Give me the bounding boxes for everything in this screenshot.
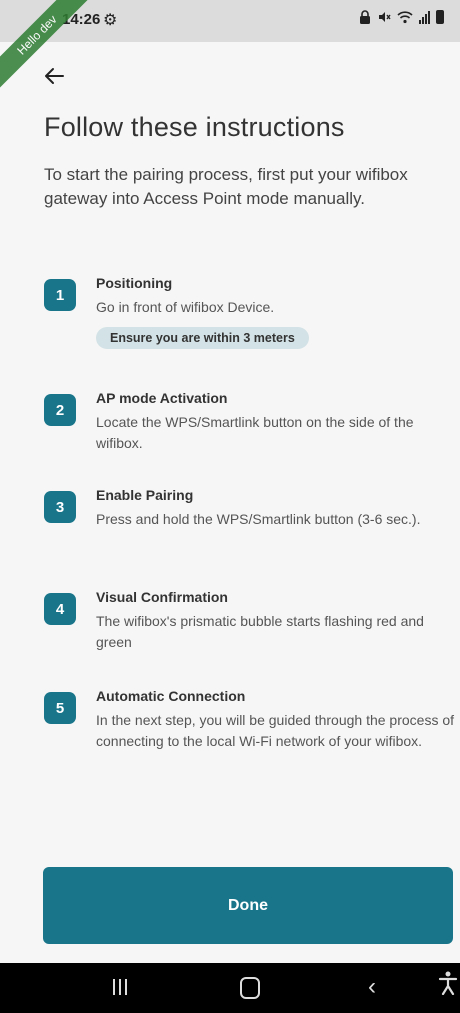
step-body: Automatic Connection In the next step, y… xyxy=(96,686,456,752)
system-nav-bar: ‹ xyxy=(0,963,460,1013)
distance-hint-badge: Ensure you are within 3 meters xyxy=(96,327,309,349)
step-body: AP mode Activation Locate the WPS/Smartl… xyxy=(96,388,456,454)
step-title: Positioning xyxy=(96,275,173,291)
status-icons xyxy=(359,10,444,27)
step-description: Locate the WPS/Smartlink button on the s… xyxy=(96,414,414,451)
nav-back-button[interactable]: ‹ xyxy=(368,973,376,1001)
signal-icon xyxy=(419,10,430,24)
step-description: Go in front of wifibox Device. xyxy=(96,299,275,315)
step-description: The wifibox's prismatic bubble starts fl… xyxy=(96,613,424,650)
step-body: Enable Pairing Press and hold the WPS/Sm… xyxy=(96,485,456,530)
step-body: Positioning Go in front of wifibox Devic… xyxy=(96,273,456,349)
wifi-icon xyxy=(397,10,413,27)
back-button[interactable] xyxy=(38,60,70,92)
step-number-badge: 1 xyxy=(44,279,76,311)
step-title: AP mode Activation xyxy=(96,390,228,406)
mute-icon xyxy=(377,10,391,27)
home-button[interactable] xyxy=(240,977,260,999)
step-title: Enable Pairing xyxy=(96,487,194,503)
step-number-badge: 4 xyxy=(44,593,76,625)
step-title: Automatic Connection xyxy=(96,688,246,704)
arrow-left-icon xyxy=(45,68,64,84)
step-body: Visual Confirmation The wifibox's prisma… xyxy=(96,587,456,653)
lock-icon xyxy=(359,10,371,27)
step-number-badge: 5 xyxy=(44,692,76,724)
step-description: In the next step, you will be guided thr… xyxy=(96,712,455,749)
page-intro: To start the pairing process, first put … xyxy=(44,165,408,208)
battery-icon xyxy=(436,10,444,24)
step-number-badge: 3 xyxy=(44,491,76,523)
step-number-badge: 2 xyxy=(44,394,76,426)
step-title: Visual Confirmation xyxy=(96,589,228,605)
step-description: Press and hold the WPS/Smartlink button … xyxy=(96,511,421,527)
page-title: Follow these instructions xyxy=(44,112,345,142)
done-button[interactable]: Done xyxy=(43,867,453,944)
recents-button[interactable] xyxy=(113,979,127,995)
accessibility-icon[interactable] xyxy=(438,971,458,1002)
gear-icon: ⚙ xyxy=(103,12,118,29)
